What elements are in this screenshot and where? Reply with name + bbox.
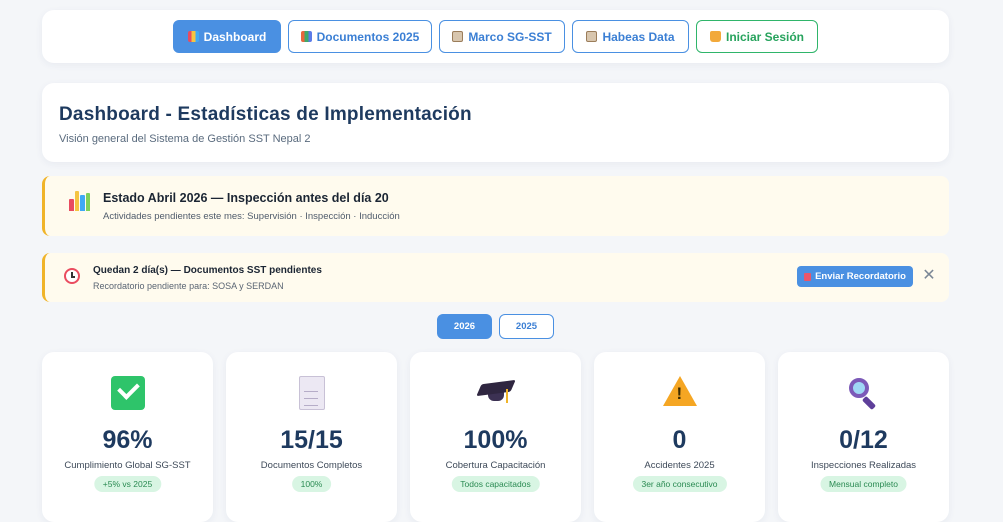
stat-badge: Todos capacitados: [451, 476, 540, 492]
graduation-cap-icon: [475, 376, 516, 410]
stat-label: Documentos Completos: [260, 460, 363, 471]
status-alert-title: Estado Abril 2026 — Inspección antes del…: [103, 191, 389, 205]
magnifying-glass-icon: [847, 376, 881, 411]
alarm-clock-icon: [64, 268, 80, 284]
stat-card-inspecciones: 0/12 Inspecciones Realizadas Mensual com…: [778, 352, 949, 522]
document-icon: [298, 376, 325, 410]
stat-label: Accidentes 2025: [644, 460, 715, 471]
stat-card-documentos: 15/15 Documentos Completos 100%: [226, 352, 397, 522]
bar-chart-icon: [69, 190, 90, 211]
nav-documentos-label: Documentos 2025: [316, 29, 420, 44]
lock-icon: [709, 31, 721, 42]
stat-card-cumplimiento: 96% Cumplimiento Global SG-SST +5% vs 20…: [42, 352, 213, 522]
stat-label: Cumplimiento Global SG-SST: [64, 460, 191, 471]
page-subtitle: Visión general del Sistema de Gestión SS…: [59, 133, 311, 145]
top-navigation: Dashboard Documentos 2025 Marco SG-SST H…: [42, 10, 949, 63]
bar-chart-icon: [187, 31, 199, 42]
stat-label: Inspecciones Realizadas: [810, 460, 917, 471]
page-title: Dashboard - Estadísticas de Implementaci…: [59, 104, 472, 125]
warning-icon: [662, 376, 697, 406]
nav-dashboard-button[interactable]: Dashboard: [173, 20, 281, 53]
stat-label: Cobertura Capacitación: [445, 460, 546, 471]
nav-habeas-label: Habeas Data: [602, 29, 675, 44]
nav-marco-label: Marco SG-SST: [468, 29, 552, 44]
stat-value: 15/15: [280, 426, 343, 454]
nav-marco-button[interactable]: Marco SG-SST: [439, 20, 565, 53]
year-2026-button[interactable]: 2026: [437, 314, 492, 339]
nav-login-label: Iniciar Sesión: [725, 29, 805, 44]
reminder-alert-subtitle: Recordatorio pendiente para: SOSA y SERD…: [93, 281, 284, 291]
books-icon: [300, 31, 312, 42]
page-header: Dashboard - Estadísticas de Implementaci…: [42, 83, 949, 162]
stat-card-accidentes: 0 Accidentes 2025 3er año consecutivo: [594, 352, 765, 522]
stat-value: 0/12: [839, 426, 888, 454]
status-alert: Estado Abril 2026 — Inspección antes del…: [42, 176, 949, 236]
nav-habeas-button[interactable]: Habeas Data: [572, 20, 689, 53]
stat-badge: 3er año consecutivo: [632, 476, 727, 492]
send-reminder-button[interactable]: Enviar Recordatorio: [797, 266, 913, 287]
check-mark-icon: [110, 376, 145, 410]
nav-documentos-button[interactable]: Documentos 2025: [288, 20, 432, 53]
reminder-alert-title: Quedan 2 día(s) — Documentos SST pendien…: [93, 265, 322, 276]
close-icon[interactable]: ✕: [921, 267, 937, 285]
stat-value: 0: [672, 426, 687, 454]
year-2025-button[interactable]: 2025: [499, 314, 554, 339]
notebook-icon: [804, 272, 812, 281]
stat-value: 96%: [102, 426, 153, 454]
nav-dashboard-label: Dashboard: [203, 29, 267, 44]
stat-badge: 100%: [291, 476, 332, 492]
send-reminder-label: Enviar Recordatorio: [815, 271, 906, 282]
stat-badge: +5% vs 2025: [93, 476, 162, 492]
stat-card-capacitacion: 100% Cobertura Capacitación Todos capaci…: [410, 352, 581, 522]
status-alert-subtitle: Actividades pendientes este mes: Supervi…: [103, 211, 400, 222]
clipboard-icon: [452, 31, 464, 42]
stat-value: 100%: [463, 426, 528, 454]
reminder-alert: Quedan 2 día(s) — Documentos SST pendien…: [42, 253, 949, 302]
stat-badge: Mensual completo: [820, 476, 907, 492]
nav-login-button[interactable]: Iniciar Sesión: [696, 20, 818, 53]
clipboard-icon: [586, 31, 598, 42]
